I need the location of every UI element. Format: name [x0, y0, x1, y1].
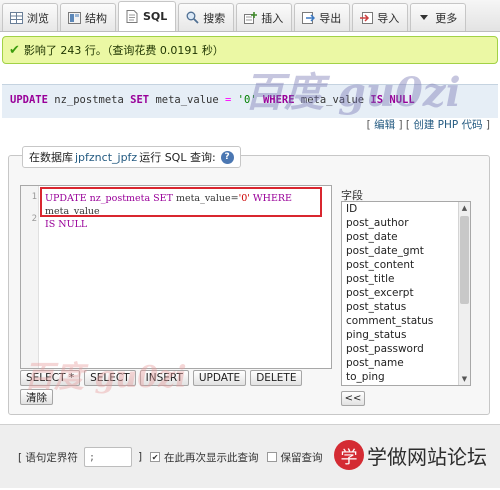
tab-more[interactable]: 更多	[410, 3, 467, 31]
code-segment: meta_value=	[172, 193, 239, 204]
field-item[interactable]: post_date_gmt	[342, 244, 470, 258]
field-list-scrollbar[interactable]: ▲ ▼	[458, 202, 470, 385]
tab-label: 导出	[319, 11, 342, 25]
create-php-link[interactable]: 创建 PHP 代码	[413, 119, 482, 131]
legend-prefix: 在数据库	[29, 151, 73, 164]
field-item[interactable]: comment_status	[342, 314, 470, 328]
line-number: 2	[31, 214, 37, 224]
chevron-down-icon	[417, 11, 431, 25]
sql-editor[interactable]: 1 2 UPDATE nz_postmeta SET meta_value='0…	[20, 185, 332, 369]
field-item[interactable]: post_date	[342, 230, 470, 244]
tab-bar: 浏览 结构 SQL 搜索 插入 导出 导入 更多	[0, 0, 500, 32]
sql-keyword[interactable]: UPDATE	[10, 94, 48, 106]
sql-snippet-buttons: SELECT * SELECT INSERT UPDATE DELETE	[20, 370, 306, 386]
tab-label: SQL	[143, 10, 168, 23]
clear-button[interactable]: 清除	[20, 389, 53, 405]
scroll-down-icon[interactable]: ▼	[459, 373, 470, 385]
keep-query-label[interactable]: 保留查询	[281, 450, 323, 465]
tab-browse[interactable]: 浏览	[2, 3, 58, 31]
structure-icon	[67, 11, 81, 25]
export-icon	[301, 11, 315, 25]
field-item[interactable]: ID	[342, 202, 470, 216]
update-button[interactable]: UPDATE	[192, 370, 247, 386]
keep-query-checkbox[interactable]	[266, 452, 277, 462]
sql-column: meta_value	[155, 94, 219, 106]
query-panel-title: 在数据库 jpfznct_jpfz 运行 SQL 查询: ?	[22, 146, 241, 168]
search-icon	[185, 11, 199, 25]
show-again-label[interactable]: 在此再次显示此查询	[164, 450, 259, 465]
tab-label: 结构	[85, 11, 107, 25]
executed-sql-box: UPDATE nz_postmeta SET meta_value = '0' …	[2, 84, 498, 118]
insert-icon	[243, 11, 257, 25]
table-icon	[9, 11, 23, 25]
sql-operator: =	[224, 94, 232, 106]
tab-insert[interactable]: 插入	[236, 3, 293, 31]
field-item[interactable]: post_title	[342, 272, 470, 286]
field-item[interactable]: post_author	[342, 216, 470, 230]
code-keyword: IS NULL	[45, 219, 88, 230]
code-string: '0'	[238, 193, 250, 204]
tab-label: 插入	[261, 11, 284, 25]
sql-value: '0'	[237, 94, 257, 106]
field-item[interactable]: post_status	[342, 300, 470, 314]
tab-label: 更多	[435, 11, 458, 25]
tab-import[interactable]: 导入	[352, 3, 409, 31]
code-keyword: SET	[153, 193, 173, 204]
help-icon[interactable]: ?	[220, 150, 234, 164]
line-number: 1	[31, 192, 37, 202]
options-row: [ 语句定界符 ; ] ✔ 在此再次显示此查询 保留查询	[18, 447, 323, 467]
sql-column: meta_value	[300, 94, 365, 106]
sql-editor-content[interactable]: UPDATE nz_postmeta SET meta_value='0' WH…	[45, 192, 325, 231]
tab-search[interactable]: 搜索	[178, 3, 235, 31]
database-name-link[interactable]: jpfznct_jpfz	[75, 151, 137, 164]
success-message: ✔ 影响了 243 行。（查询花费 0.0191 秒）	[2, 36, 498, 64]
sql-action-links: [ 编辑 ] [ 创建 PHP 代码 ]	[366, 119, 490, 131]
delimiter-close: ]	[137, 451, 143, 463]
delimiter-label: [ 语句定界符	[18, 451, 78, 464]
code-segment: UPDATE nz_postmeta	[45, 193, 154, 204]
field-item[interactable]: post_excerpt	[342, 286, 470, 300]
success-message-text: 影响了 243 行。（查询花费 0.0191 秒）	[23, 44, 224, 57]
insert-button[interactable]: INSERT	[139, 370, 189, 386]
sql-keyword[interactable]: WHERE	[263, 94, 295, 106]
check-icon: ✔	[9, 42, 20, 58]
tab-sql[interactable]: SQL	[118, 1, 177, 31]
sql-keyword[interactable]: SET	[130, 94, 149, 106]
scroll-thumb[interactable]	[460, 216, 469, 304]
scroll-up-icon[interactable]: ▲	[459, 202, 470, 214]
code-segment: meta_value	[45, 206, 100, 217]
delimiter-input[interactable]: ;	[83, 447, 132, 467]
field-list[interactable]: ID post_author post_date post_date_gmt p…	[341, 201, 471, 386]
delete-button[interactable]: DELETE	[250, 370, 303, 386]
sql-table: nz_postmeta	[54, 94, 124, 106]
sql-icon	[125, 10, 139, 24]
tab-export[interactable]: 导出	[294, 3, 351, 31]
tab-structure[interactable]: 结构	[60, 3, 116, 31]
tab-label: 浏览	[27, 11, 49, 25]
logo-text: 学做网站论坛	[367, 444, 487, 469]
field-item[interactable]: to_ping	[342, 370, 470, 384]
field-item[interactable]: post_content	[342, 258, 470, 272]
site-logo: 学 学做网站论坛	[334, 438, 487, 472]
tab-label: 搜索	[203, 11, 226, 25]
edit-link[interactable]: 编辑	[374, 119, 395, 131]
field-item[interactable]: post_name	[342, 356, 470, 370]
tab-label: 导入	[377, 11, 400, 25]
sql-keyword[interactable]: NULL	[389, 94, 414, 106]
executed-sql: UPDATE nz_postmeta SET meta_value = '0' …	[10, 94, 415, 106]
code-keyword: WHERE	[249, 193, 292, 204]
show-again-checkbox[interactable]: ✔	[150, 452, 161, 462]
select-star-button[interactable]: SELECT *	[20, 370, 81, 386]
logo-badge: 学	[334, 440, 364, 470]
select-button[interactable]: SELECT	[84, 370, 136, 386]
insert-field-button[interactable]: <<	[341, 391, 365, 406]
field-item[interactable]: ping_status	[342, 328, 470, 342]
import-icon	[359, 11, 373, 25]
legend-suffix: 运行 SQL 查询:	[139, 151, 216, 164]
line-number-gutter: 1 2	[21, 186, 39, 368]
field-item[interactable]: post_password	[342, 342, 470, 356]
sql-keyword[interactable]: IS	[370, 94, 383, 106]
